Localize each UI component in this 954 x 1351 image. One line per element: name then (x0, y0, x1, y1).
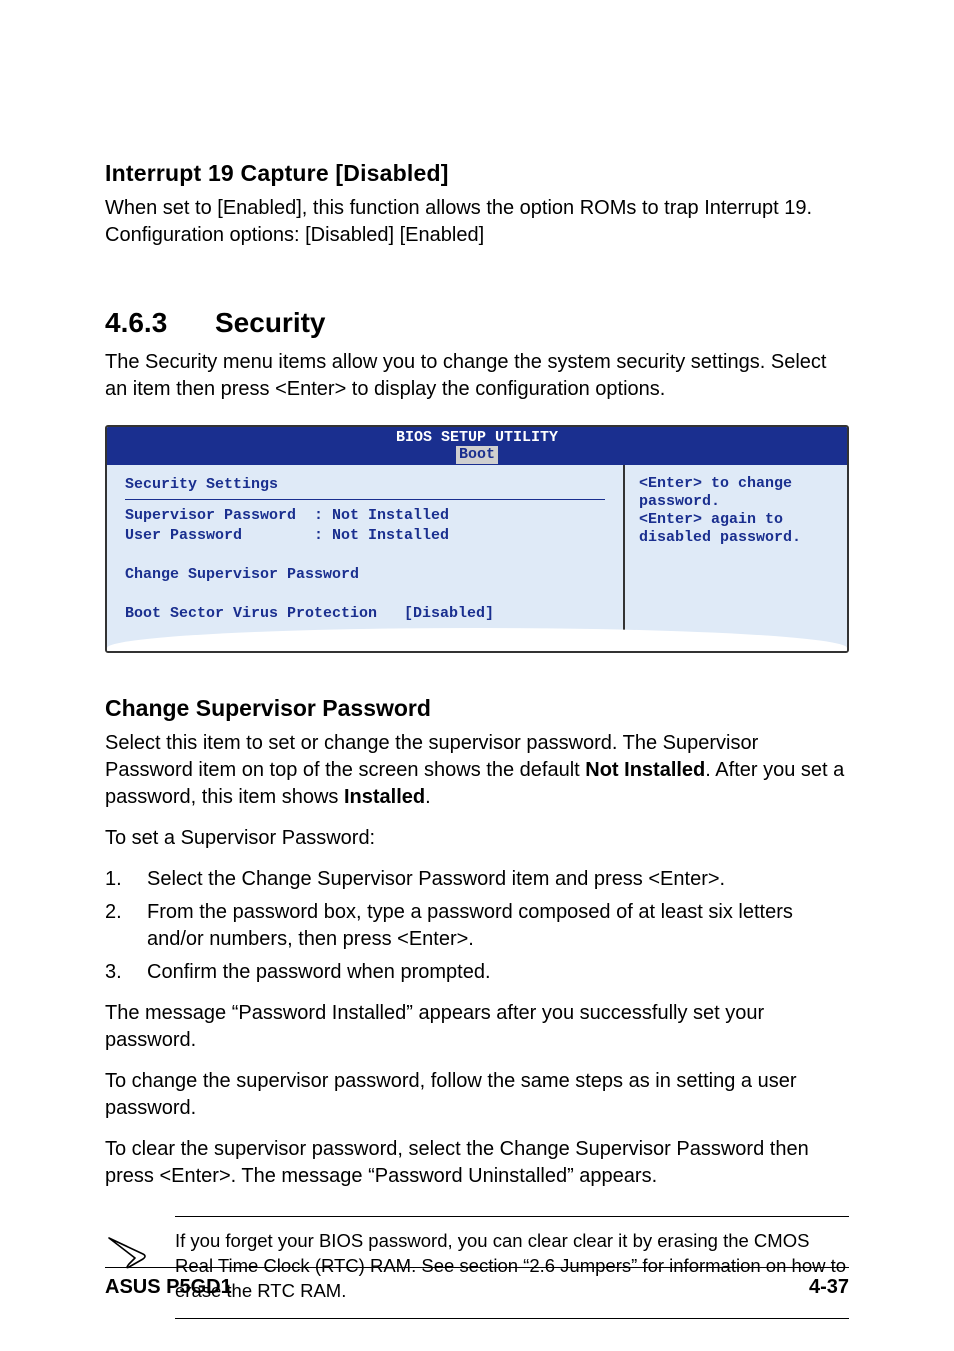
step-text: Confirm the password when prompted. (147, 959, 491, 986)
list-item: 2.From the password box, type a password… (105, 899, 849, 953)
heading-interrupt: Interrupt 19 Capture [Disabled] (105, 160, 849, 187)
bios-screenshot: BIOS SETUP UTILITY Boot Security Setting… (105, 425, 849, 653)
bios-row: User Password : Not Installed (125, 526, 605, 546)
bios-help-line: disabled password. (639, 529, 835, 547)
bold-text: Not Installed (585, 759, 705, 781)
footer-right: 4-37 (809, 1276, 849, 1299)
bios-help-line: <Enter> to change (639, 475, 835, 493)
heading-change-supervisor: Change Supervisor Password (105, 695, 849, 722)
bios-header-tab: Boot (456, 446, 498, 463)
section-title: Security (215, 307, 326, 338)
paragraph-security-intro: The Security menu items allow you to cha… (105, 349, 849, 403)
bios-row: Supervisor Password : Not Installed (125, 506, 605, 526)
bios-boot-line: Boot Sector Virus Protection [Disabled] (125, 604, 605, 624)
bios-help-panel: <Enter> to change password. <Enter> agai… (625, 465, 847, 652)
bios-header-title: BIOS SETUP UTILITY (107, 429, 847, 446)
bios-change-line: Change Supervisor Password (125, 565, 605, 585)
step-text: Select the Change Supervisor Password it… (147, 866, 725, 893)
step-number: 3. (105, 959, 147, 986)
bios-header: BIOS SETUP UTILITY Boot (107, 427, 847, 465)
paragraph: The message “Password Installed” appears… (105, 1000, 849, 1054)
paragraph: To set a Supervisor Password: (105, 825, 849, 852)
bios-left-panel: Security Settings Supervisor Password : … (107, 465, 625, 652)
paragraph-interrupt: When set to [Enabled], this function all… (105, 195, 849, 249)
bios-left-title: Security Settings (125, 475, 605, 495)
bold-text: Installed (344, 786, 425, 808)
bios-divider (125, 499, 605, 500)
bios-help-line: <Enter> again to (639, 511, 835, 529)
footer-left: ASUS P5GD1 (105, 1276, 232, 1299)
bios-blank (125, 545, 605, 565)
steps-list: 1.Select the Change Supervisor Password … (105, 866, 849, 986)
step-number: 2. (105, 899, 147, 953)
list-item: 1.Select the Change Supervisor Password … (105, 866, 849, 893)
bios-help-line: password. (639, 493, 835, 511)
paragraph: To clear the supervisor password, select… (105, 1136, 849, 1190)
section-number: 4.6.3 (105, 307, 215, 339)
section-heading-security: 4.6.3Security (105, 307, 849, 339)
bios-blank (125, 584, 605, 604)
list-item: 3.Confirm the password when prompted. (105, 959, 849, 986)
paragraph: Select this item to set or change the su… (105, 730, 849, 811)
step-text: From the password box, type a password c… (147, 899, 849, 953)
step-number: 1. (105, 866, 147, 893)
page-footer: ASUS P5GD1 4-37 (105, 1267, 849, 1299)
paragraph: To change the supervisor password, follo… (105, 1068, 849, 1122)
text-span: . (425, 786, 431, 808)
